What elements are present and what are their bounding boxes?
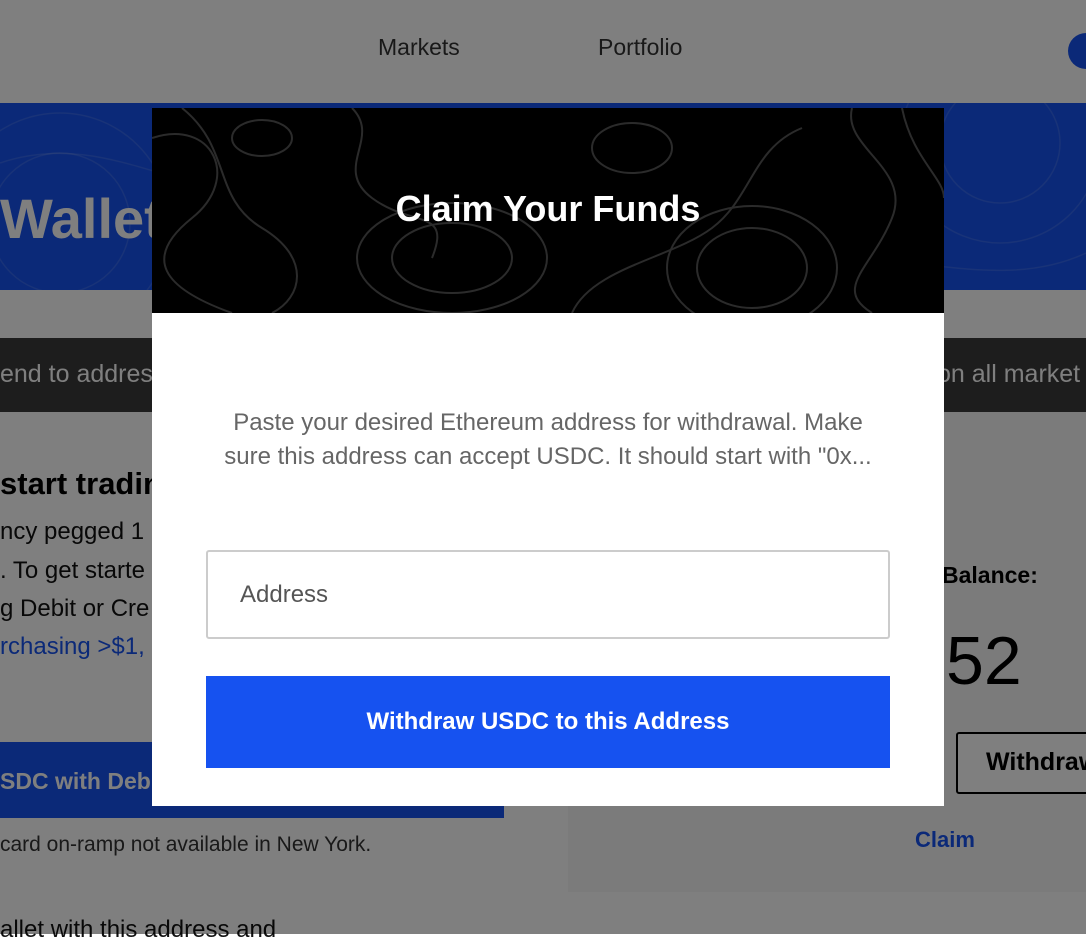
withdraw-usdc-submit-button[interactable]: Withdraw USDC to this Address — [206, 676, 890, 768]
modal-description: Paste your desired Ethereum address for … — [224, 409, 872, 470]
modal-title: Claim Your Funds — [395, 188, 701, 229]
modal-header: Claim Your Funds — [152, 108, 944, 313]
claim-funds-modal: Claim Your Funds Paste your desired Ethe… — [152, 108, 944, 806]
ethereum-address-input[interactable] — [206, 550, 890, 639]
